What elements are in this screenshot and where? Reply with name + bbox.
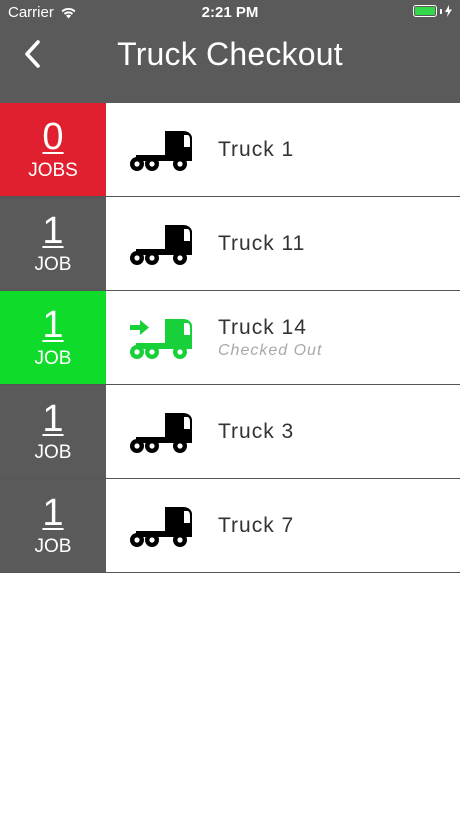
- truck-text: Truck 7: [218, 479, 294, 572]
- truck-name: Truck 3: [218, 419, 295, 443]
- nav-bar: Truck Checkout: [0, 24, 460, 103]
- job-unit-label: JOB: [34, 441, 72, 463]
- job-count-badge: 1 JOB: [0, 291, 106, 384]
- job-count-badge: 1 JOB: [0, 197, 106, 290]
- truck-name: Truck 1: [218, 137, 295, 161]
- truck-name: Truck 14: [218, 315, 307, 339]
- job-count: 1: [42, 209, 64, 252]
- truck-row-4[interactable]: 1 JOB Truck 3: [0, 385, 460, 479]
- charging-bolt-icon: [445, 5, 452, 17]
- job-count-badge: 1 JOB: [0, 385, 106, 478]
- job-count: 0: [42, 115, 64, 158]
- truck-name: Truck 11: [218, 231, 306, 255]
- truck-row-2[interactable]: 1 JOB Truck 11: [0, 197, 460, 291]
- status-right: [413, 5, 452, 17]
- truck-name: Truck 7: [218, 513, 295, 537]
- page-title: Truck Checkout: [117, 36, 343, 72]
- truck-icon: [130, 225, 192, 265]
- truck-list: 0 JOBS Truck 1 1 JOB Truck 11 1 JOB Truc…: [0, 103, 460, 573]
- truck-text: Truck 3: [218, 385, 294, 478]
- truck-status: Checked Out: [218, 341, 323, 359]
- battery-icon: [413, 5, 437, 17]
- truck-icon: [130, 131, 192, 171]
- truck-row-5[interactable]: 1 JOB Truck 7: [0, 479, 460, 573]
- job-count: 1: [42, 303, 64, 346]
- status-time: 2:21 PM: [201, 4, 259, 21]
- truck-text: Truck 14 Checked Out: [218, 291, 322, 384]
- checkout-arrow-icon: [130, 320, 149, 335]
- header: Carrier 2:21 PM Truck Checkout: [0, 0, 460, 103]
- truck-icon: [130, 507, 192, 547]
- truck-row-3[interactable]: 1 JOB Truck 14 Checked Out: [0, 291, 460, 385]
- job-count-badge: 1 JOB: [0, 479, 106, 572]
- job-unit-label: JOB: [34, 253, 72, 275]
- job-count: 1: [42, 397, 64, 440]
- status-bar: Carrier 2:21 PM: [0, 0, 460, 24]
- job-unit-label: JOB: [34, 535, 72, 557]
- truck-text: Truck 1: [218, 103, 294, 196]
- job-unit-label: JOBS: [28, 159, 78, 181]
- job-unit-label: JOB: [34, 347, 72, 369]
- job-count: 1: [42, 491, 64, 534]
- truck-row-1[interactable]: 0 JOBS Truck 1: [0, 103, 460, 197]
- job-count-badge: 0 JOBS: [0, 103, 106, 196]
- truck-checked-out-icon: [130, 319, 192, 359]
- truck-text: Truck 11: [218, 197, 305, 290]
- truck-icon: [130, 413, 192, 453]
- truck-checkout-screen: Carrier 2:21 PM Truck Checkout 0 JOBS Tr…: [0, 0, 460, 818]
